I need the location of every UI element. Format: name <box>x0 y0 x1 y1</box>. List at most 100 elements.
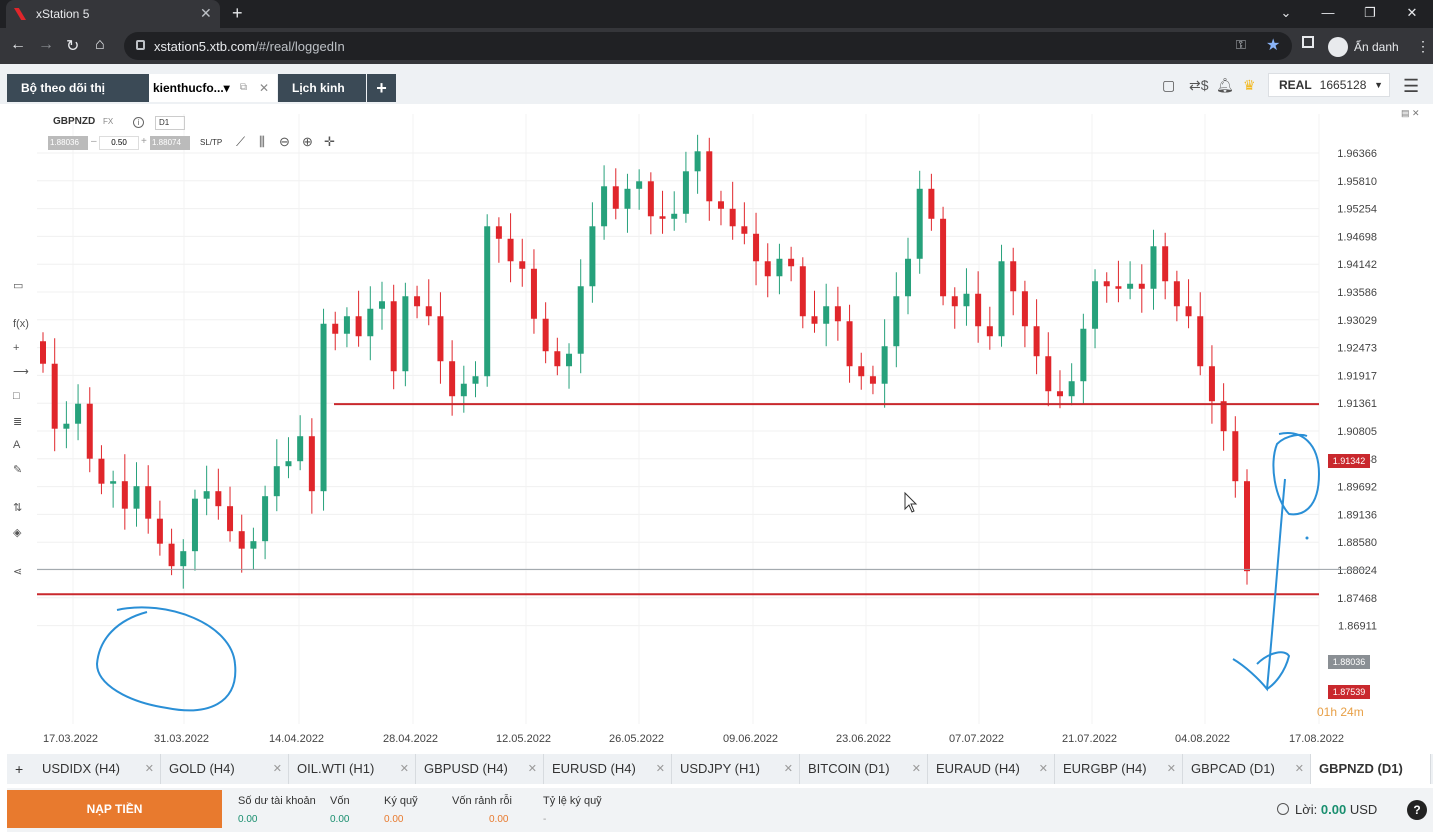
instrument-tab[interactable]: USDIDX (H4) ✕ <box>34 754 161 784</box>
reload-icon[interactable]: ↻ <box>66 36 79 56</box>
tab-kienthuc[interactable]: kienthucfo...▾ ⧉ ✕ <box>149 74 277 102</box>
candle-body <box>449 361 456 397</box>
text-tool-icon[interactable]: A <box>13 439 20 451</box>
close-tab-icon[interactable]: ✕ <box>528 754 537 784</box>
instrument-tab[interactable]: EURUSD (H4) ✕ <box>544 754 672 784</box>
instrument-tab[interactable]: GOLD (H4) ✕ <box>161 754 289 784</box>
layers-icon[interactable]: ◈ <box>13 526 21 539</box>
period-select[interactable]: D1 <box>155 116 185 130</box>
browser-menu-icon[interactable]: ⋮ <box>1416 38 1430 55</box>
rectangle-tool-icon[interactable]: □ <box>13 390 20 402</box>
line-tool-icon[interactable]: ⟶ <box>13 365 29 378</box>
instrument-tab[interactable]: BITCOIN (D1) ✕ <box>800 754 928 784</box>
candle-body <box>378 301 385 309</box>
info-icon[interactable]: i <box>133 117 144 128</box>
zoom-out-icon[interactable]: ⊖ <box>279 134 290 150</box>
price-flag-current: 1.88036 <box>1328 655 1370 669</box>
add-tab-button[interactable]: + <box>367 74 396 102</box>
incognito-icon[interactable] <box>1328 37 1348 57</box>
account-footer: NẠP TIỀN Số dư tài khoản 0.00 Vốn 0.00 K… <box>7 788 1433 832</box>
y-tick-label: 1.96366 <box>1337 148 1377 160</box>
sell-button[interactable]: 1.88036 <box>48 136 88 150</box>
close-tab-icon[interactable]: ✕ <box>259 74 269 102</box>
tab-market-watch[interactable]: Bộ theo dõi thị trường <box>7 74 149 123</box>
candle-body <box>636 181 643 189</box>
instrument-tab[interactable]: EURAUD (H4) ✕ <box>928 754 1055 784</box>
indicator-fx-icon[interactable]: f(x) <box>13 318 29 330</box>
account-selector[interactable]: REAL 1665128 ▼ <box>1268 73 1390 97</box>
crosshair-icon[interactable]: ✛ <box>324 134 335 150</box>
candle-body <box>332 323 339 334</box>
close-tab-icon[interactable]: ✕ <box>400 754 409 784</box>
sltp-button[interactable]: SL/TP <box>200 138 222 147</box>
instrument-tab[interactable]: GBPUSD (H4) ✕ <box>416 754 544 784</box>
close-tab-icon[interactable]: ✕ <box>912 754 921 784</box>
margin-label: Ký quỹ <box>384 795 418 807</box>
layout-icon[interactable]: ▢ <box>1162 77 1175 94</box>
screenshot-icon[interactable]: ▭ <box>13 279 23 292</box>
candle-body <box>1244 481 1250 572</box>
candle-body <box>1068 381 1075 397</box>
forward-icon[interactable]: → <box>38 36 54 54</box>
x-tick-label: 31.03.2022 <box>154 733 209 745</box>
hamburger-menu-icon[interactable]: ☰ <box>1403 76 1419 97</box>
bell-icon[interactable]: 🔔︎ <box>1216 77 1234 94</box>
candle-body <box>1197 316 1204 367</box>
close-tab-icon[interactable]: ✕ <box>200 5 212 22</box>
address-bar[interactable]: xstation5.xtb.com/#/real/loggedIn ⚿ ★ <box>124 32 1292 60</box>
browser-toolbar: ← → ↻ ⌂ xstation5.xtb.com/#/real/loggedI… <box>0 28 1433 64</box>
volume-decrease-button[interactable]: – <box>91 136 97 147</box>
volume-increase-button[interactable]: + <box>141 136 147 147</box>
close-tab-icon[interactable]: ✕ <box>1167 754 1176 784</box>
close-tab-icon[interactable]: ✕ <box>656 754 665 784</box>
zoom-in-icon[interactable]: ⊕ <box>302 134 313 150</box>
crosshair-tool-icon[interactable]: + <box>13 342 19 354</box>
popout-icon[interactable]: ⧉ <box>240 74 247 102</box>
fibonacci-icon[interactable]: ≣ <box>13 415 22 428</box>
instrument-tab[interactable]: OIL.WTI (H1) ✕ <box>289 754 416 784</box>
browser-tab[interactable]: xStation 5 ✕ <box>6 0 220 28</box>
levels-icon[interactable]: ⇅ <box>13 501 22 514</box>
chart-symbol[interactable]: GBPNZD <box>53 116 95 127</box>
close-tab-icon[interactable]: ✕ <box>1039 754 1048 784</box>
instrument-tab[interactable]: GBPNZD (D1) <box>1311 754 1431 784</box>
chart-type-icon[interactable]: ⟋ <box>236 134 245 150</box>
home-icon[interactable]: ⌂ <box>95 36 105 54</box>
candle-body <box>1150 246 1157 289</box>
panel-window-icons[interactable]: ▤ ✕ <box>1401 108 1420 119</box>
tab-economic-calendar[interactable]: Lịch kinh tế <box>278 74 366 123</box>
close-window-button[interactable]: ✕ <box>1391 0 1433 28</box>
side-panel-icon[interactable] <box>1302 36 1314 48</box>
y-tick-label: 1.91361 <box>1337 398 1377 410</box>
close-tab-icon[interactable]: ✕ <box>145 754 154 784</box>
bookmark-star-icon[interactable]: ★ <box>1266 35 1280 55</box>
brush-icon[interactable]: ✎ <box>13 463 22 476</box>
restore-button[interactable]: ❐ <box>1349 0 1391 28</box>
close-tab-icon[interactable]: ✕ <box>273 754 282 784</box>
dropdown-caret-icon[interactable]: ▾ <box>224 81 230 95</box>
candles-icon[interactable]: ⫼ <box>259 134 265 150</box>
instrument-tab[interactable]: EURGBP (H4) ✕ <box>1055 754 1183 784</box>
chart-panel[interactable]: 1.96366 1.95810 1.95254 1.94698 1.94142 1.935… <box>7 104 1433 754</box>
tab-search-icon[interactable]: ⌄ <box>1265 0 1307 28</box>
candle-body <box>1173 281 1180 307</box>
buy-button[interactable]: 1.88074 <box>150 136 190 150</box>
crown-icon[interactable]: ♛ <box>1243 77 1256 94</box>
candle-body <box>75 403 82 424</box>
minimize-button[interactable]: — <box>1307 0 1349 28</box>
instrument-tab[interactable]: USDJPY (H1) ✕ <box>672 754 800 784</box>
deposit-button[interactable]: NẠP TIỀN <box>7 790 222 828</box>
key-icon[interactable]: ⚿ <box>1236 37 1246 53</box>
help-icon[interactable]: ? <box>1407 800 1427 820</box>
share-icon[interactable]: ⋖ <box>13 565 22 578</box>
close-tab-icon[interactable]: ✕ <box>1295 754 1304 784</box>
new-tab-button[interactable]: + <box>232 3 243 24</box>
close-tab-icon[interactable]: ✕ <box>784 754 793 784</box>
volume-input[interactable]: 0.50 <box>99 136 139 150</box>
back-icon[interactable]: ← <box>10 36 26 54</box>
candlestick-chart[interactable]: 1.96366 1.95810 1.95254 1.94698 1.94142 1.935… <box>7 104 1433 754</box>
add-instrument-button[interactable]: + <box>15 761 23 777</box>
dollar-exchange-icon[interactable]: ⇄$ <box>1189 77 1209 94</box>
instrument-tab[interactable]: GBPCAD (D1) ✕ <box>1183 754 1311 784</box>
lock-icon[interactable] <box>136 40 145 50</box>
